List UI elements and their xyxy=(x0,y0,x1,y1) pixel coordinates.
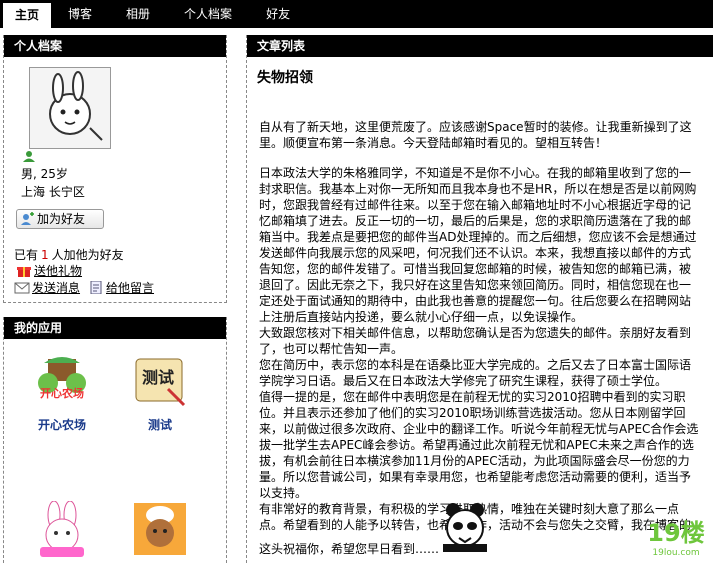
app-rabbit[interactable] xyxy=(22,500,102,563)
location: 上海 长宁区 xyxy=(21,185,85,199)
post-paragraph: 大致跟您核对下相关邮件信息，以帮助您确认是否为您遗失的邮件。亲朋好友看到了，也可… xyxy=(259,326,692,356)
app-farm-name: 开心农场 xyxy=(37,418,86,432)
nav-friends[interactable]: 好友 xyxy=(249,0,307,28)
farm-logo-text: 开心农场 xyxy=(40,386,84,400)
apps-panel-title: 我的应用 xyxy=(4,317,226,339)
profile-panel-title: 个人档案 xyxy=(4,35,226,57)
app-farm[interactable]: 开心农场 开心农场 xyxy=(22,353,102,433)
nav-blog[interactable]: 博客 xyxy=(51,0,109,28)
add-friend-button[interactable]: 加为好友 xyxy=(16,209,104,229)
send-gift-link[interactable]: 送他礼物 xyxy=(16,262,82,279)
app-chef[interactable] xyxy=(120,501,200,563)
post-paragraph: 自从有了新天地，这里便荒废了。应该感谢Space暂时的装修。让我重新操到了这里。… xyxy=(259,120,692,150)
add-user-icon xyxy=(21,212,34,225)
nav-album[interactable]: 相册 xyxy=(109,0,167,28)
post-paragraph: 值得一提的是，您在邮件中表明您是在前程无忧的实习2010招聘中看到的实习职位。并… xyxy=(259,390,699,500)
friend-suffix: 人加他为好友 xyxy=(51,248,124,262)
panda-emoticon-icon xyxy=(443,503,487,552)
avatar-bunny-icon xyxy=(30,68,110,148)
note-icon xyxy=(90,281,102,294)
nav-profile[interactable]: 个人档案 xyxy=(167,0,249,28)
send-message-link[interactable]: 发送消息 xyxy=(14,279,80,296)
top-nav: 主页 博客 相册 个人档案 好友 xyxy=(0,0,713,28)
watermark-text: 19楼 xyxy=(647,519,704,547)
19lou-watermark-logo: 19楼 19lou.com xyxy=(647,519,704,558)
friend-count-line: 已有 1 人加他为好友 xyxy=(14,246,124,263)
post-paragraph: 您在简历中，表示您的本科是在语桑比亚大学完成的。之后又去了日本富士国际语学院学习… xyxy=(259,358,692,388)
post-closing: 这头祝福你，希望您早日看到…… xyxy=(259,542,440,556)
friend-prefix: 已有 xyxy=(14,248,39,262)
app-quiz[interactable]: 测试 测试 xyxy=(120,353,200,433)
farm-icon: 开心农场 xyxy=(38,357,86,400)
envelope-icon xyxy=(14,282,30,294)
app-quiz-name: 测试 xyxy=(147,418,172,432)
watermark-sub: 19lou.com xyxy=(652,548,699,558)
apps-panel: 我的应用 开心农场 开心农场 测试 测试 xyxy=(3,317,227,563)
chef-icon xyxy=(134,503,186,555)
post-body: 自从有了新天地，这里便荒废了。应该感谢Space暂时的装修。让我重新操到了这里。… xyxy=(259,119,699,533)
nav-home[interactable]: 主页 xyxy=(3,3,52,28)
rabbit-icon xyxy=(40,500,84,557)
articles-panel-title: 文章列表 xyxy=(247,35,713,57)
articles-panel: 文章列表 失物招领 自从有了新天地，这里便荒废了。应该感谢Space暂时的装修。… xyxy=(246,35,713,563)
avatar[interactable] xyxy=(29,67,111,149)
post-title[interactable]: 失物招领 xyxy=(257,67,313,87)
quiz-icon: 测试 xyxy=(135,358,186,407)
post-paragraph: 日本政法大学的朱格雅同学，不知道是不是你不小心。在我的邮箱里收到了您的一封求职信… xyxy=(259,166,697,324)
profile-panel: 个人档案 男, 25岁 上海 长宁区 加为好友 已有 1 人加他为好友 送他礼物… xyxy=(3,35,227,303)
gender-age: 男, 25岁 xyxy=(21,167,68,181)
gift-icon xyxy=(17,267,31,277)
add-friend-label: 加为好友 xyxy=(37,212,86,226)
user-online-icon xyxy=(23,151,35,162)
quiz-logo-text: 测试 xyxy=(142,368,174,387)
friend-count[interactable]: 1 xyxy=(38,248,52,262)
leave-comment-link[interactable]: 给他留言 xyxy=(88,279,154,296)
